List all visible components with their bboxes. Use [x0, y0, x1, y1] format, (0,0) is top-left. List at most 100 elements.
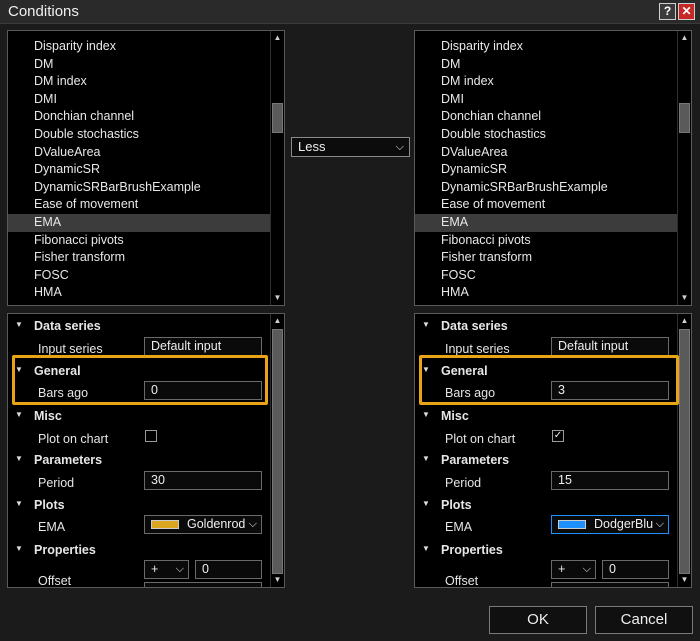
- input-series-field[interactable]: Default input: [144, 337, 262, 356]
- list-item[interactable]: Disparity index: [415, 38, 677, 56]
- prop-period: Period 15: [415, 471, 677, 493]
- list-item[interactable]: DynamicSR: [415, 161, 677, 179]
- chevron-down-icon: ⌵: [582, 563, 591, 575]
- category-parameters[interactable]: ▼ Parameters: [415, 450, 677, 470]
- list-item[interactable]: DM index: [415, 73, 677, 91]
- category-data-series[interactable]: ▼ Data series: [415, 316, 677, 336]
- list-item[interactable]: EMA: [8, 213, 270, 232]
- list-item[interactable]: DM: [415, 56, 677, 74]
- scroll-down-icon[interactable]: ▼: [678, 573, 691, 587]
- list-item[interactable]: Fisher transform: [8, 249, 270, 267]
- list-item[interactable]: DynamicSR: [8, 161, 270, 179]
- offset-operator-select[interactable]: + ⌵: [144, 560, 189, 579]
- scroll-down-icon[interactable]: ▼: [678, 291, 691, 305]
- collapse-triangle-icon[interactable]: ▼: [15, 544, 23, 553]
- collapse-triangle-icon[interactable]: ▼: [422, 499, 430, 508]
- collapse-triangle-icon[interactable]: ▼: [422, 454, 430, 463]
- scroll-up-icon[interactable]: ▲: [678, 314, 691, 328]
- list-item[interactable]: EMA: [415, 213, 677, 232]
- list-item[interactable]: Double stochastics: [8, 126, 270, 144]
- comparison-select[interactable]: Less ⌵: [291, 137, 410, 157]
- color-swatch: [558, 520, 586, 529]
- title-bar: Conditions ? ✕: [0, 0, 700, 24]
- scroll-up-icon[interactable]: ▲: [271, 314, 284, 328]
- category-plots[interactable]: ▼ Plots: [8, 495, 270, 515]
- left-indicator-list[interactable]: Disparity index DM DM index DMI Donchian cha…: [7, 30, 285, 306]
- list-item[interactable]: Ease of movement: [8, 196, 270, 214]
- offset-extra-field[interactable]: [551, 582, 669, 587]
- category-data-series[interactable]: ▼ Data series: [8, 316, 270, 336]
- general-highlight-left: [12, 355, 268, 405]
- collapse-triangle-icon[interactable]: ▼: [422, 544, 430, 553]
- list-item[interactable]: DM index: [8, 73, 270, 91]
- list-item[interactable]: DMI: [415, 91, 677, 109]
- chevron-down-icon: ⌵: [175, 563, 184, 575]
- list-item[interactable]: FOSC: [8, 267, 270, 285]
- list-item[interactable]: DValueArea: [8, 144, 270, 162]
- list-item[interactable]: DValueArea: [415, 144, 677, 162]
- scroll-up-icon[interactable]: ▲: [678, 31, 691, 45]
- plot-on-chart-checkbox[interactable]: ✓: [552, 430, 564, 442]
- offset-field[interactable]: 0: [602, 560, 669, 579]
- list-item[interactable]: DynamicSRBarBrushExample: [415, 179, 677, 197]
- right-indicator-items: Disparity index DM DM index DMI Donchian cha…: [415, 38, 677, 302]
- input-series-field[interactable]: Default input: [551, 337, 669, 356]
- help-button[interactable]: ?: [659, 3, 676, 20]
- list-item[interactable]: HMA: [415, 284, 677, 302]
- category-properties[interactable]: ▼ Properties: [415, 540, 677, 560]
- chevron-down-icon: ⌵: [248, 518, 257, 530]
- scroll-thumb[interactable]: [272, 329, 283, 574]
- list-item[interactable]: Double stochastics: [415, 126, 677, 144]
- list-item[interactable]: Donchian channel: [415, 108, 677, 126]
- category-parameters[interactable]: ▼ Parameters: [8, 450, 270, 470]
- right-indicator-list[interactable]: Disparity index DM DM index DMI Donchian cha…: [414, 30, 692, 306]
- right-props-scrollbar[interactable]: ▲ ▼: [677, 314, 691, 587]
- collapse-triangle-icon[interactable]: ▼: [422, 410, 430, 419]
- list-item[interactable]: DM: [8, 56, 270, 74]
- scroll-thumb[interactable]: [679, 329, 690, 574]
- ema-brush-select[interactable]: DodgerBlu ⌵: [551, 515, 669, 534]
- collapse-triangle-icon[interactable]: ▼: [15, 499, 23, 508]
- color-swatch: [151, 520, 179, 529]
- category-plots[interactable]: ▼ Plots: [415, 495, 677, 515]
- list-item[interactable]: Ease of movement: [415, 196, 677, 214]
- chevron-down-icon: ⌵: [395, 141, 404, 153]
- ema-brush-select[interactable]: Goldenrod ⌵: [144, 515, 262, 534]
- cancel-button[interactable]: Cancel: [595, 606, 693, 634]
- period-field[interactable]: 15: [551, 471, 669, 490]
- list-item[interactable]: Donchian channel: [8, 108, 270, 126]
- category-misc[interactable]: ▼ Misc: [8, 406, 270, 426]
- offset-operator-select[interactable]: + ⌵: [551, 560, 596, 579]
- scroll-down-icon[interactable]: ▼: [271, 291, 284, 305]
- collapse-triangle-icon[interactable]: ▼: [15, 454, 23, 463]
- scroll-down-icon[interactable]: ▼: [271, 573, 284, 587]
- left-list-scrollbar[interactable]: ▲ ▼: [270, 31, 284, 305]
- list-item[interactable]: HMA: [8, 284, 270, 302]
- scroll-thumb[interactable]: [679, 103, 690, 133]
- plot-on-chart-checkbox[interactable]: [145, 430, 157, 442]
- category-properties[interactable]: ▼ Properties: [8, 540, 270, 560]
- period-field[interactable]: 30: [144, 471, 262, 490]
- right-list-scrollbar[interactable]: ▲ ▼: [677, 31, 691, 305]
- list-item[interactable]: Fibonacci pivots: [8, 232, 270, 250]
- comparison-value: Less: [298, 139, 326, 154]
- category-misc[interactable]: ▼ Misc: [415, 406, 677, 426]
- prop-ema: EMA Goldenrod ⌵: [8, 515, 270, 537]
- list-item[interactable]: Fibonacci pivots: [415, 232, 677, 250]
- list-item[interactable]: DynamicSRBarBrushExample: [8, 179, 270, 197]
- offset-extra-field[interactable]: [144, 582, 262, 587]
- list-item[interactable]: DMI: [8, 91, 270, 109]
- offset-field[interactable]: 0: [195, 560, 262, 579]
- collapse-triangle-icon[interactable]: ▼: [15, 410, 23, 419]
- list-item[interactable]: Fisher transform: [415, 249, 677, 267]
- general-highlight-right: [419, 355, 679, 405]
- scroll-up-icon[interactable]: ▲: [271, 31, 284, 45]
- list-item[interactable]: Disparity index: [8, 38, 270, 56]
- left-props-scrollbar[interactable]: ▲ ▼: [270, 314, 284, 587]
- collapse-triangle-icon[interactable]: ▼: [15, 320, 23, 329]
- ok-button[interactable]: OK: [489, 606, 587, 634]
- close-button[interactable]: ✕: [678, 3, 695, 20]
- scroll-thumb[interactable]: [272, 103, 283, 133]
- list-item[interactable]: FOSC: [415, 267, 677, 285]
- collapse-triangle-icon[interactable]: ▼: [422, 320, 430, 329]
